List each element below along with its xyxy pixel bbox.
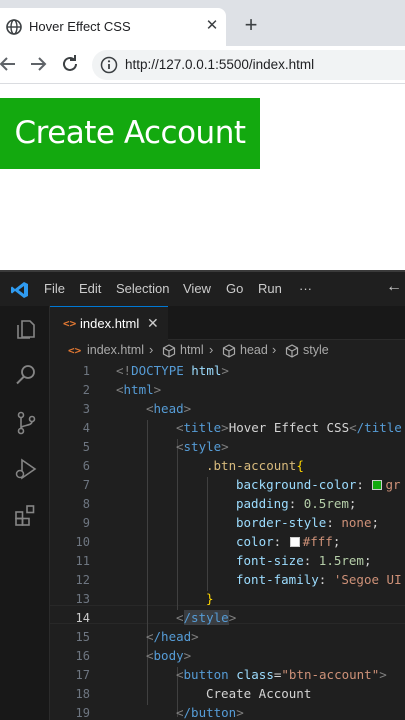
menu-edit[interactable]: Edit [79, 281, 101, 296]
breadcrumb-item-html[interactable]: html [180, 343, 204, 357]
code-line: } [206, 591, 214, 606]
indent-guide [207, 477, 208, 591]
back-arrow-icon[interactable] [0, 52, 20, 76]
line-number: 12 [75, 573, 90, 587]
browser-tabstrip: Hover Effect CSS ✕ + [0, 0, 405, 46]
breadcrumb-separator: › [272, 342, 277, 357]
explorer-icon[interactable] [13, 316, 39, 342]
globe-icon [6, 19, 22, 35]
browser-tab[interactable]: Hover Effect CSS ✕ [0, 8, 226, 46]
line-number: 18 [75, 687, 90, 701]
code-line: color: #fff; [236, 534, 341, 549]
line-number: 19 [75, 706, 90, 720]
line-number: 4 [82, 421, 90, 435]
color-swatch-white[interactable] [289, 537, 300, 547]
line-number: 11 [75, 554, 90, 568]
code-line: .btn-account{ [206, 458, 304, 473]
run-debug-icon[interactable] [13, 456, 39, 482]
breadcrumb-item-head[interactable]: head [240, 343, 268, 357]
editor-tab-label: index.html [80, 316, 140, 331]
line-number: 3 [82, 402, 90, 416]
menu-run[interactable]: Run [258, 281, 282, 296]
line-number: 1 [82, 364, 90, 378]
vscode-titlebar: File Edit Selection View Go Run ··· ← [0, 270, 405, 306]
indent-guide [177, 439, 178, 610]
breadcrumb-html-file-icon: <> [68, 344, 82, 357]
code-line: </button> [176, 705, 244, 720]
code-line: font-family: 'Segoe UI [236, 572, 402, 587]
url-text: http://127.0.0.1:5500/index.html [125, 57, 315, 72]
new-tab-button[interactable]: + [240, 14, 262, 36]
line-number: 16 [75, 649, 90, 663]
editor-tab-close-icon[interactable]: ✕ [147, 315, 159, 332]
line-number: 10 [75, 535, 90, 549]
code-line: border-style: none; [236, 515, 380, 530]
breadcrumb-item-file[interactable]: index.html [87, 343, 144, 357]
breadcrumb-item-style[interactable]: style [303, 343, 329, 357]
extensions-icon[interactable] [13, 502, 39, 528]
vscode-window: File Edit Selection View Go Run ··· ← <>… [0, 270, 405, 720]
menu-go[interactable]: Go [226, 281, 243, 296]
html-file-icon: <> [63, 317, 77, 330]
menu-file[interactable]: File [44, 281, 65, 296]
line-number: 13 [75, 592, 90, 606]
reload-icon[interactable] [58, 52, 82, 76]
code-line: <!DOCTYPE html> [116, 363, 229, 378]
element-cube-icon [162, 344, 176, 358]
menu-selection[interactable]: Selection [116, 281, 169, 296]
menu-view[interactable]: View [183, 281, 211, 296]
vscode-logo-icon [11, 282, 28, 298]
breadcrumb-separator: › [149, 342, 154, 357]
code-line: padding: 0.5rem; [236, 496, 357, 511]
code-line: <body> [146, 648, 192, 663]
create-account-button[interactable]: Create Account [0, 98, 260, 169]
forward-arrow-icon[interactable] [26, 52, 50, 76]
address-bar[interactable]: http://127.0.0.1:5500/index.html [92, 50, 405, 80]
page-viewport: Create Account [0, 84, 405, 270]
code-line: </style> [176, 610, 237, 625]
line-number: 5 [82, 440, 90, 454]
breadcrumb: <> index.html › html › head › style [50, 340, 405, 362]
code-line: </head> [146, 629, 199, 644]
search-icon[interactable] [13, 362, 39, 388]
code-line: background-color: gr [236, 477, 401, 492]
line-number: 7 [82, 478, 90, 492]
element-cube-icon [222, 344, 236, 358]
tab-close-icon[interactable]: ✕ [203, 16, 221, 36]
code-line: <head> [146, 401, 192, 416]
line-number: 6 [82, 459, 90, 473]
code-line: Create Account [206, 686, 312, 701]
line-number: 15 [75, 630, 90, 644]
breadcrumb-separator: › [209, 342, 214, 357]
line-number: 2 [82, 383, 90, 397]
line-number: 8 [82, 497, 90, 511]
code-line: <title>Hover Effect CSS</title [176, 420, 402, 435]
code-line: <style> [176, 439, 229, 454]
line-number: 17 [75, 668, 90, 682]
browser-toolbar: http://127.0.0.1:5500/index.html [0, 46, 405, 84]
tab-index-html[interactable]: <> index.html ✕ [50, 306, 168, 340]
line-number: 9 [82, 516, 90, 530]
menu-more[interactable]: ··· [299, 281, 312, 296]
tab-title: Hover Effect CSS [29, 19, 131, 34]
line-number-active: 14 [75, 611, 90, 625]
activity-bar [0, 306, 50, 720]
code-line: <html> [116, 382, 162, 397]
color-swatch-green[interactable] [372, 480, 383, 490]
code-line: <button class="btn-account"> [176, 667, 387, 682]
code-line: font-size: 1.5rem; [236, 553, 372, 568]
code-editor[interactable]: 1 2 3 4 5 6 7 8 9 10 11 12 13 14 15 16 1… [50, 362, 405, 720]
site-info-icon[interactable] [100, 56, 118, 74]
element-cube-icon [285, 344, 299, 358]
editor-tabs: <> index.html ✕ [50, 306, 405, 340]
source-control-icon[interactable] [13, 410, 39, 436]
nav-back-icon[interactable]: ← [386, 278, 402, 296]
